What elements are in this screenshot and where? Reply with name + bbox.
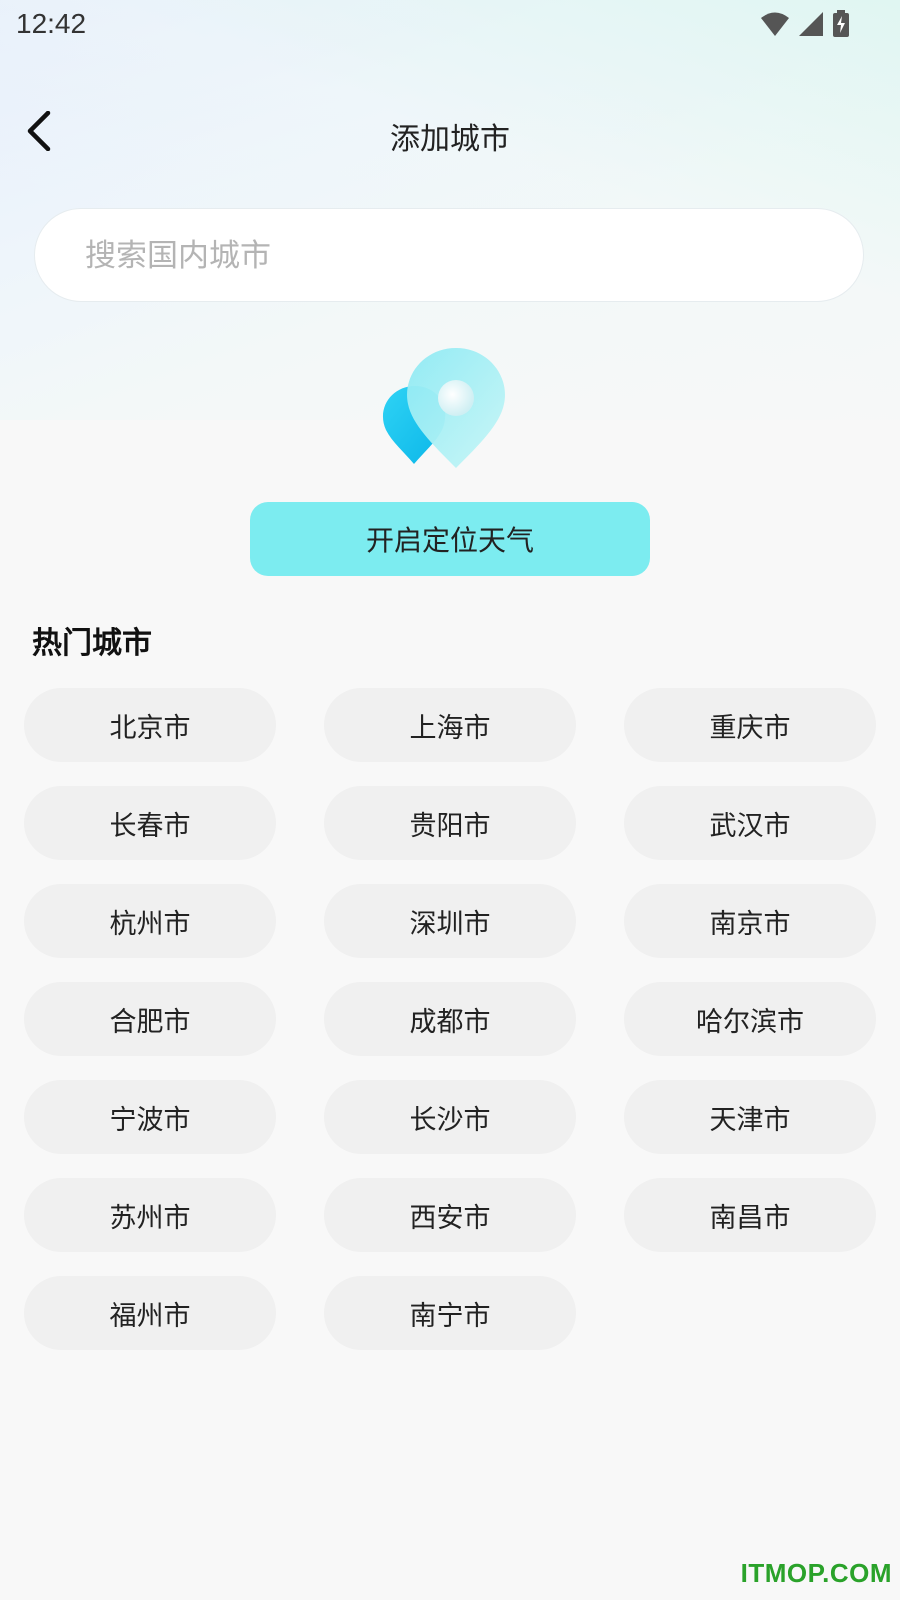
location-pin-icon — [380, 346, 520, 476]
city-chip[interactable]: 南宁市 — [324, 1276, 576, 1350]
enable-location-weather-button[interactable]: 开启定位天气 — [250, 502, 650, 576]
city-chip[interactable]: 上海市 — [324, 688, 576, 762]
header: 添加城市 — [0, 98, 900, 168]
city-chip[interactable]: 长沙市 — [324, 1080, 576, 1154]
city-chip[interactable]: 福州市 — [24, 1276, 276, 1350]
hot-cities-title: 热门城市 — [32, 626, 152, 661]
city-chip[interactable]: 北京市 — [24, 688, 276, 762]
search-input[interactable] — [83, 209, 827, 303]
city-chip[interactable]: 深圳市 — [324, 884, 576, 958]
status-bar: 12:42 — [0, 0, 900, 50]
page-title: 添加城市 — [390, 122, 510, 157]
city-chip[interactable]: 成都市 — [324, 982, 576, 1056]
hot-cities-grid: 北京市 上海市 重庆市 长春市 贵阳市 武汉市 杭州市 深圳市 南京市 合肥市 … — [24, 688, 876, 1350]
battery-charging-icon — [832, 10, 850, 42]
city-chip[interactable]: 苏州市 — [24, 1178, 276, 1252]
city-chip[interactable]: 南京市 — [624, 884, 876, 958]
city-chip[interactable]: 西安市 — [324, 1178, 576, 1252]
city-chip[interactable]: 长春市 — [24, 786, 276, 860]
watermark: ITMOP.COM — [740, 1558, 892, 1588]
city-chip[interactable]: 合肥市 — [24, 982, 276, 1056]
city-chip[interactable]: 宁波市 — [24, 1080, 276, 1154]
status-time: 12:42 — [16, 8, 87, 39]
search-box[interactable] — [34, 208, 864, 303]
wifi-icon — [760, 11, 790, 41]
city-chip[interactable]: 杭州市 — [24, 884, 276, 958]
city-chip[interactable]: 武汉市 — [624, 786, 876, 860]
status-icons — [760, 10, 850, 42]
city-chip[interactable]: 重庆市 — [624, 688, 876, 762]
city-chip[interactable]: 天津市 — [624, 1080, 876, 1154]
city-chip[interactable]: 贵阳市 — [324, 786, 576, 860]
city-chip[interactable]: 南昌市 — [624, 1178, 876, 1252]
signal-icon — [798, 11, 824, 41]
city-chip[interactable]: 哈尔滨市 — [624, 982, 876, 1056]
